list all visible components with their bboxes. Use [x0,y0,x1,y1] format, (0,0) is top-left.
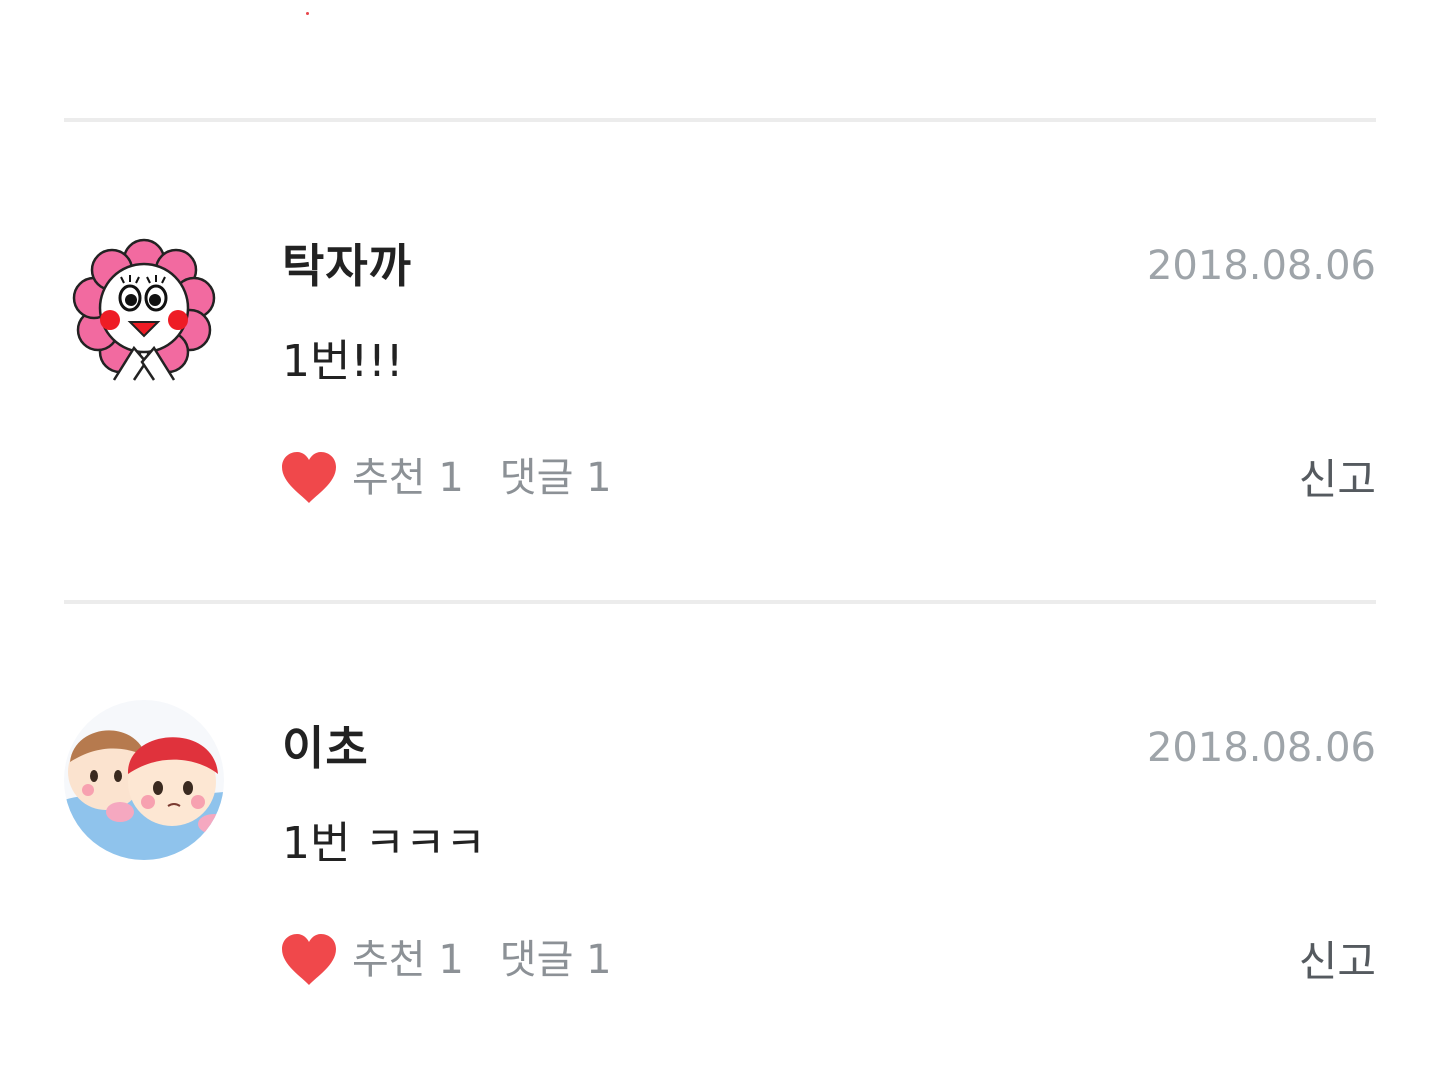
comment-actions: 추천 1 댓글 1 [280,930,612,990]
comment-text: 1번 ㅋㅋㅋ [282,818,486,869]
reply-count-button[interactable]: 댓글 1 [500,450,612,506]
comment-date: 2018.08.06 [1146,243,1376,289]
comment-item: 탁자까 2018.08.06 1번!!! 추천 1 댓글 1 신고 [0,130,1440,504]
comment-item: 이초 2018.08.06 1번 ㅋㅋㅋ 추천 1 댓글 1 신고 [0,612,1440,986]
cartoon-boys-icon [64,700,224,860]
heart-icon[interactable] [280,933,338,987]
report-button[interactable]: 신고 [1299,452,1376,508]
recommend-count[interactable]: 추천 1 [352,450,464,506]
comment-date: 2018.08.06 [1146,725,1376,771]
avatar[interactable] [64,230,224,390]
comment-author[interactable]: 이초 [282,718,369,778]
divider [64,600,1376,604]
avatar[interactable] [64,700,224,860]
comment-actions: 추천 1 댓글 1 [280,448,612,508]
recommend-count[interactable]: 추천 1 [352,932,464,988]
reply-count-button[interactable]: 댓글 1 [500,932,612,988]
report-button[interactable]: 신고 [1299,934,1376,990]
partial-indicator-dot [306,12,309,15]
comment-list-page: 탁자까 2018.08.06 1번!!! 추천 1 댓글 1 신고 이초 201… [0,0,1440,1080]
heart-icon[interactable] [280,451,338,505]
comment-author[interactable]: 탁자까 [282,236,412,296]
divider [64,118,1376,122]
flower-character-icon [64,230,224,390]
comment-text: 1번!!! [282,336,404,387]
